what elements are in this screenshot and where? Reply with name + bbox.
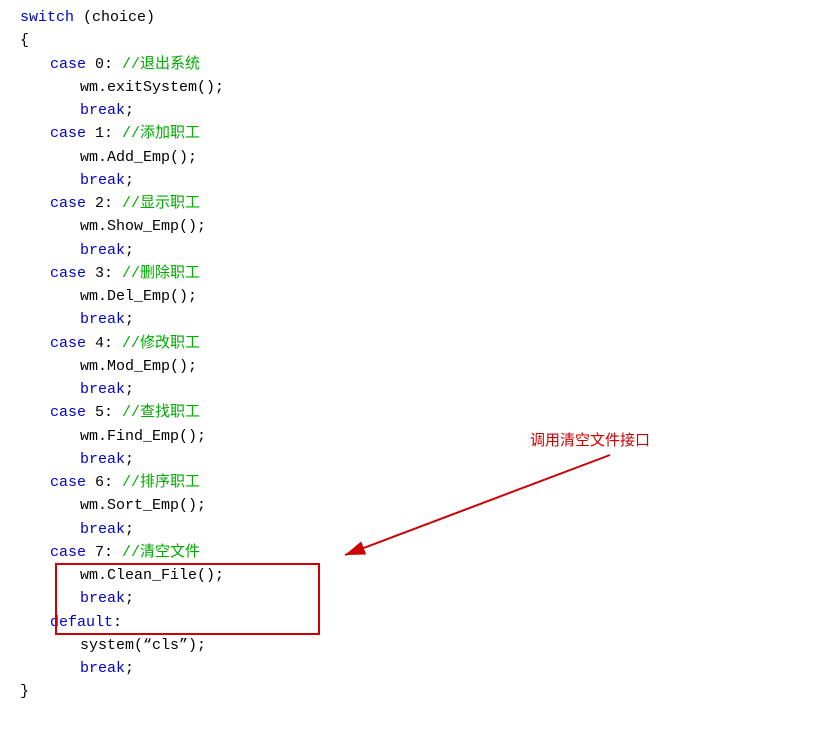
code-line: break; xyxy=(20,239,832,262)
code-line: switch (choice) xyxy=(20,6,832,29)
code-token: wm.Del_Emp(); xyxy=(80,285,197,308)
code-line: case 2: //显示职工 xyxy=(20,192,832,215)
code-token: //排序职工 xyxy=(122,471,200,494)
code-line: default: xyxy=(20,611,832,634)
code-token: //查找职工 xyxy=(122,401,200,424)
code-line: case 0: //退出系统 xyxy=(20,53,832,76)
code-token: 5: xyxy=(86,401,122,424)
code-token: 0: xyxy=(86,53,122,76)
code-block: switch (choice){case 0: //退出系统wm.exitSys… xyxy=(0,4,832,706)
code-token: case xyxy=(50,332,86,355)
code-token: wm.exitSystem(); xyxy=(80,76,224,99)
code-line: break; xyxy=(20,378,832,401)
code-line: break; xyxy=(20,308,832,331)
code-line: case 4: //修改职工 xyxy=(20,332,832,355)
code-token: case xyxy=(50,262,86,285)
code-token: ; xyxy=(125,308,134,331)
code-token: ; xyxy=(125,657,134,680)
code-token: case xyxy=(50,471,86,494)
code-token: break xyxy=(80,308,125,331)
code-line: case 7: //清空文件 xyxy=(20,541,832,564)
code-token: 3: xyxy=(86,262,122,285)
code-line: break; xyxy=(20,448,832,471)
code-line: wm.Del_Emp(); xyxy=(20,285,832,308)
code-token: 1: xyxy=(86,122,122,145)
code-token: ); xyxy=(188,634,206,657)
code-token: 6: xyxy=(86,471,122,494)
code-token: ; xyxy=(125,169,134,192)
code-token: case xyxy=(50,541,86,564)
code-line: wm.Clean_File(); xyxy=(20,564,832,587)
code-line: break; xyxy=(20,587,832,610)
code-token: (choice) xyxy=(74,6,155,29)
code-token: default xyxy=(50,611,113,634)
code-token: 2: xyxy=(86,192,122,215)
code-token: ; xyxy=(125,99,134,122)
code-token: case xyxy=(50,401,86,424)
annotation-label: 调用清空文件接口 xyxy=(530,430,650,453)
code-line: { xyxy=(20,29,832,52)
code-token: ; xyxy=(125,239,134,262)
code-line: break; xyxy=(20,518,832,541)
code-token: “cls” xyxy=(143,634,188,657)
code-token: break xyxy=(80,587,125,610)
code-token: //退出系统 xyxy=(122,53,200,76)
code-token: break xyxy=(80,378,125,401)
code-token: case xyxy=(50,192,86,215)
code-token: break xyxy=(80,169,125,192)
code-token: wm.Mod_Emp(); xyxy=(80,355,197,378)
code-token: wm.Add_Emp(); xyxy=(80,146,197,169)
code-line: wm.exitSystem(); xyxy=(20,76,832,99)
code-token: //显示职工 xyxy=(122,192,200,215)
code-token: //添加职工 xyxy=(122,122,200,145)
code-line: case 3: //删除职工 xyxy=(20,262,832,285)
code-token: break xyxy=(80,239,125,262)
code-token: break xyxy=(80,448,125,471)
code-token: } xyxy=(20,680,29,703)
code-token: 4: xyxy=(86,332,122,355)
code-token: ; xyxy=(125,448,134,471)
code-line: break; xyxy=(20,169,832,192)
code-line: wm.Sort_Emp(); xyxy=(20,494,832,517)
code-line: case 1: //添加职工 xyxy=(20,122,832,145)
code-token: case xyxy=(50,53,86,76)
code-line: break; xyxy=(20,657,832,680)
code-line: wm.Show_Emp(); xyxy=(20,215,832,238)
code-token: switch xyxy=(20,6,74,29)
code-token: wm.Find_Emp(); xyxy=(80,425,206,448)
code-token: : xyxy=(113,611,122,634)
code-token: case xyxy=(50,122,86,145)
code-token: ; xyxy=(125,518,134,541)
code-token: //删除职工 xyxy=(122,262,200,285)
code-token: { xyxy=(20,29,29,52)
code-token: ; xyxy=(125,587,134,610)
code-line: } xyxy=(20,680,832,703)
code-token: //清空文件 xyxy=(122,541,200,564)
code-line: case 6: //排序职工 xyxy=(20,471,832,494)
code-token: //修改职工 xyxy=(122,332,200,355)
code-line: case 5: //查找职工 xyxy=(20,401,832,424)
code-token: ; xyxy=(125,378,134,401)
code-token: 7: xyxy=(86,541,122,564)
code-token: wm.Show_Emp(); xyxy=(80,215,206,238)
code-line: system(“cls”); xyxy=(20,634,832,657)
code-token: break xyxy=(80,657,125,680)
code-line: break; xyxy=(20,99,832,122)
code-token: break xyxy=(80,518,125,541)
code-token: system( xyxy=(80,634,143,657)
code-token: wm.Sort_Emp(); xyxy=(80,494,206,517)
code-token: wm.Clean_File(); xyxy=(80,564,224,587)
code-token: break xyxy=(80,99,125,122)
code-line: wm.Find_Emp(); xyxy=(20,425,832,448)
code-line: wm.Add_Emp(); xyxy=(20,146,832,169)
code-line: wm.Mod_Emp(); xyxy=(20,355,832,378)
